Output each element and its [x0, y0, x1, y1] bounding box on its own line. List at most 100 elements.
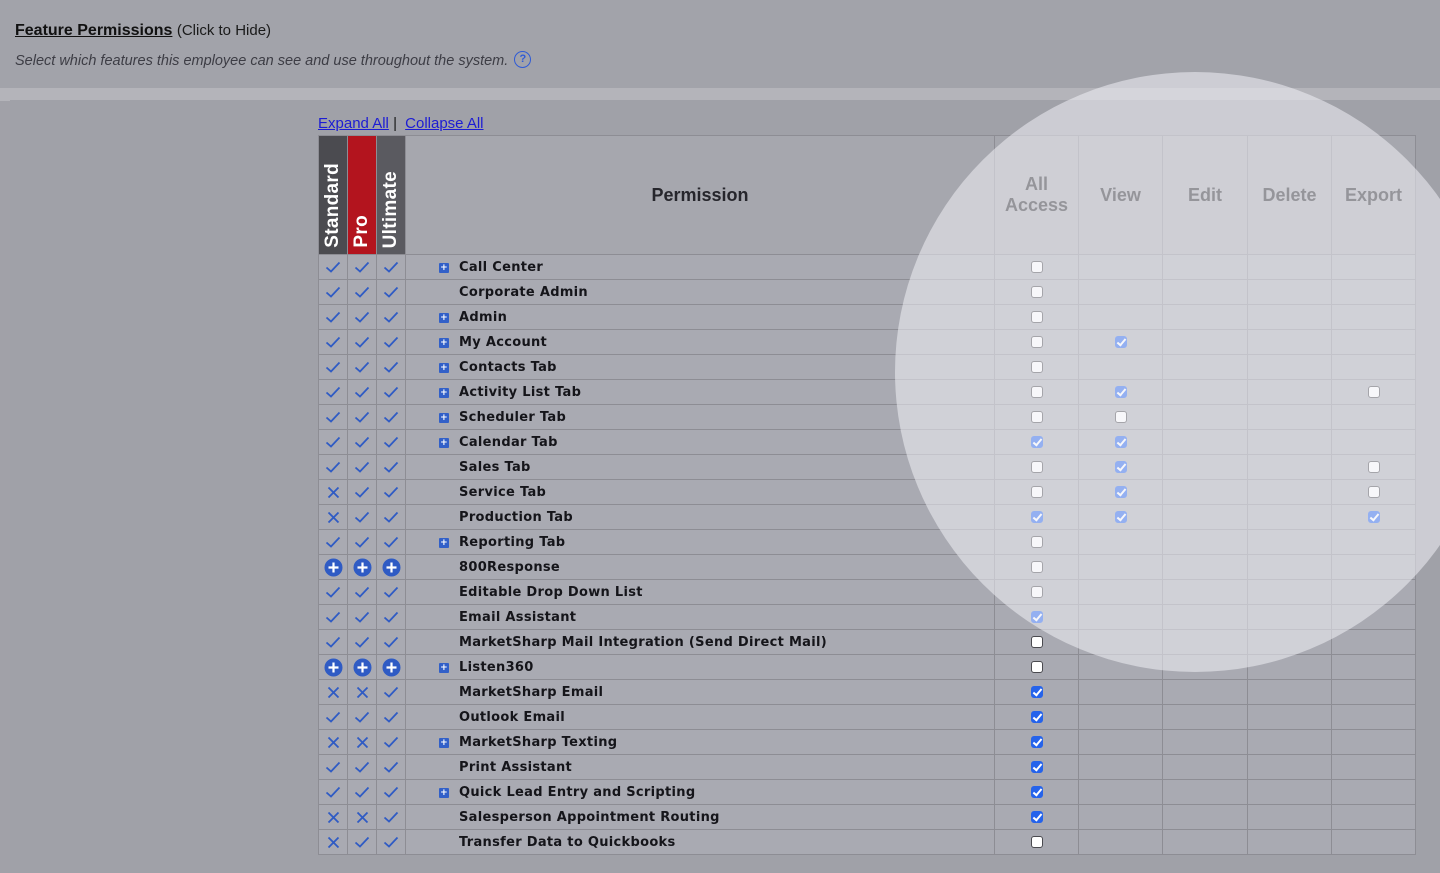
- ultimate-tier-header: Ultimate: [376, 135, 406, 255]
- all-access-checkbox[interactable]: [1030, 385, 1043, 398]
- check-icon: [383, 761, 399, 773]
- expand-all-link[interactable]: Expand All: [318, 115, 389, 132]
- export-cell: [1331, 804, 1416, 830]
- expand-icon[interactable]: +: [439, 412, 449, 423]
- export-cell: [1331, 529, 1416, 555]
- check-icon: [383, 686, 399, 698]
- standard-tier-cell: [318, 804, 348, 830]
- standard-tier-cell: [318, 779, 348, 805]
- all-access-checkbox[interactable]: [1030, 660, 1043, 673]
- all-access-checkbox[interactable]: [1030, 835, 1043, 848]
- view-checkbox[interactable]: [1114, 510, 1127, 523]
- all-access-cell: [994, 479, 1079, 505]
- all-access-checkbox[interactable]: [1030, 310, 1043, 323]
- all-access-checkbox[interactable]: [1030, 510, 1043, 523]
- all-access-checkbox[interactable]: [1030, 535, 1043, 548]
- view-checkbox[interactable]: [1114, 435, 1127, 448]
- pro-tier-cell: [347, 629, 377, 655]
- expand-icon[interactable]: +: [439, 537, 449, 548]
- expand-icon[interactable]: +: [439, 437, 449, 448]
- ultimate-tier-cell: [376, 529, 406, 555]
- standard-tier-cell: [318, 704, 348, 730]
- expand-icon[interactable]: +: [439, 787, 449, 798]
- help-icon[interactable]: ?: [514, 51, 532, 68]
- expand-icon[interactable]: +: [439, 662, 449, 673]
- all-access-checkbox[interactable]: [1030, 435, 1043, 448]
- export-checkbox[interactable]: [1367, 485, 1380, 498]
- permission-name-cell: Production Tab: [405, 504, 995, 530]
- table-row: Corporate Admin: [318, 279, 1416, 305]
- all-access-checkbox[interactable]: [1030, 460, 1043, 473]
- export-checkbox[interactable]: [1367, 460, 1380, 473]
- expand-icon[interactable]: +: [439, 362, 449, 373]
- expand-icon[interactable]: +: [439, 337, 449, 348]
- export-checkbox[interactable]: [1367, 385, 1380, 398]
- standard-tier-cell: [318, 404, 348, 430]
- expand-icon[interactable]: +: [439, 387, 449, 398]
- all-access-cell: [994, 604, 1079, 630]
- check-icon: [354, 511, 370, 523]
- collapse-all-link[interactable]: Collapse All: [405, 115, 483, 132]
- plus-circle-icon[interactable]: [353, 658, 372, 677]
- all-access-checkbox[interactable]: [1030, 360, 1043, 373]
- expand-icon[interactable]: +: [439, 737, 449, 748]
- all-access-checkbox[interactable]: [1030, 735, 1043, 748]
- all-access-checkbox[interactable]: [1030, 485, 1043, 498]
- export-checkbox[interactable]: [1367, 510, 1380, 523]
- all-access-checkbox[interactable]: [1030, 685, 1043, 698]
- edit-cell: [1162, 279, 1248, 305]
- view-checkbox[interactable]: [1114, 385, 1127, 398]
- export-cell: [1331, 579, 1416, 605]
- all-access-checkbox[interactable]: [1030, 285, 1043, 298]
- check-icon: [325, 461, 341, 473]
- pro-tier-cell: [347, 379, 377, 405]
- plus-circle-icon[interactable]: [353, 558, 372, 577]
- all-access-checkbox[interactable]: [1030, 710, 1043, 723]
- edit-cell: [1162, 404, 1248, 430]
- edit-cell: [1162, 654, 1248, 680]
- feature-permissions-title[interactable]: Feature Permissions: [15, 22, 172, 39]
- expand-icon[interactable]: +: [439, 262, 449, 273]
- all-access-checkbox[interactable]: [1030, 760, 1043, 773]
- plus-circle-icon[interactable]: [382, 658, 401, 677]
- standard-tier-cell: [318, 329, 348, 355]
- plus-circle-icon[interactable]: [382, 558, 401, 577]
- permission-rows: + Call Center Corporate Admin + Admin + My Acc…: [318, 254, 1416, 855]
- permission-label: Service Tab: [459, 484, 547, 500]
- ultimate-tier-cell: [376, 279, 406, 305]
- click-to-hide-link[interactable]: (Click to Hide): [177, 22, 271, 39]
- all-access-checkbox[interactable]: [1030, 260, 1043, 273]
- all-access-cell: [994, 729, 1079, 755]
- all-access-checkbox[interactable]: [1030, 335, 1043, 348]
- pro-tier-cell: [347, 654, 377, 680]
- plus-circle-icon[interactable]: [324, 558, 343, 577]
- view-checkbox[interactable]: [1114, 460, 1127, 473]
- view-checkbox[interactable]: [1114, 485, 1127, 498]
- all-access-checkbox[interactable]: [1030, 785, 1043, 798]
- view-cell: [1078, 729, 1163, 755]
- export-cell: [1331, 754, 1416, 780]
- all-access-checkbox[interactable]: [1030, 810, 1043, 823]
- all-access-checkbox[interactable]: [1030, 410, 1043, 423]
- permission-label: Call Center: [459, 259, 544, 275]
- ultimate-label: Ultimate: [380, 170, 401, 248]
- delete-column-header: Delete: [1247, 135, 1332, 255]
- expand-icon[interactable]: +: [439, 312, 449, 323]
- all-access-checkbox[interactable]: [1030, 635, 1043, 648]
- table-row: Editable Drop Down List: [318, 579, 1416, 605]
- view-checkbox[interactable]: [1114, 335, 1127, 348]
- cross-icon: [327, 836, 339, 848]
- export-column-header: Export: [1331, 135, 1416, 255]
- view-checkbox[interactable]: [1114, 410, 1127, 423]
- ultimate-tier-cell: [376, 779, 406, 805]
- view-cell: [1078, 804, 1163, 830]
- plus-circle-icon[interactable]: [324, 658, 343, 677]
- check-icon: [354, 261, 370, 273]
- all-access-checkbox[interactable]: [1030, 585, 1043, 598]
- all-access-checkbox[interactable]: [1030, 610, 1043, 623]
- all-access-cell: [994, 454, 1079, 480]
- permission-label: Transfer Data to Quickbooks: [459, 834, 676, 850]
- all-access-checkbox[interactable]: [1030, 560, 1043, 573]
- view-cell: [1078, 504, 1163, 530]
- cross-icon: [356, 811, 368, 823]
